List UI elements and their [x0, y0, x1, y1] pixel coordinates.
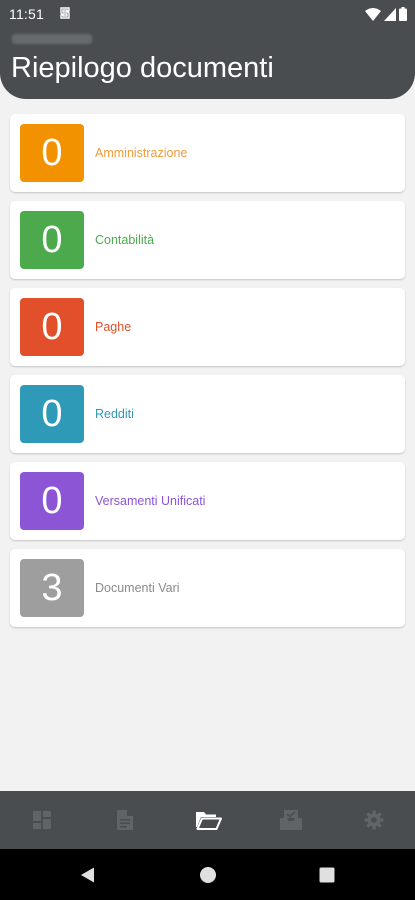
category-label: Documenti Vari: [95, 581, 180, 595]
category-list: 0 Amministrazione 0 Contabilità 0 Paghe …: [10, 114, 405, 636]
nav-settings[interactable]: [344, 791, 404, 849]
category-label: Versamenti Unificati: [95, 494, 206, 508]
category-card-versamenti-unificati[interactable]: 0 Versamenti Unificati: [10, 462, 405, 540]
dashboard-icon: [32, 811, 51, 829]
category-card-documenti-vari[interactable]: 3 Documenti Vari: [10, 549, 405, 627]
back-icon[interactable]: [79, 866, 97, 884]
document-icon: [116, 810, 133, 830]
page-title: Riepilogo documenti: [11, 52, 274, 84]
category-card-amministrazione[interactable]: 0 Amministrazione: [10, 114, 405, 192]
folder-open-icon: [195, 812, 222, 830]
account-name-blurred: [12, 34, 92, 44]
status-bar: 11:51: [0, 0, 415, 28]
gear-icon: [364, 810, 383, 830]
wifi-icon: [365, 7, 381, 21]
category-label: Amministrazione: [95, 146, 188, 160]
app-header: 11:51 Riepilogo documenti: [0, 0, 415, 99]
category-card-contabilita[interactable]: 0 Contabilità: [10, 201, 405, 279]
nav-folders[interactable]: [178, 791, 238, 849]
signal-icon: [384, 7, 396, 21]
inbox-icon: [279, 810, 302, 830]
battery-icon: [399, 7, 407, 21]
nav-inbox[interactable]: [261, 791, 321, 849]
nav-documents[interactable]: [95, 791, 155, 849]
category-card-paghe[interactable]: 0 Paghe: [10, 288, 405, 366]
nav-dashboard[interactable]: [12, 791, 72, 849]
count-badge: 0: [20, 298, 84, 356]
count-badge: 0: [20, 124, 84, 182]
count-badge: 0: [20, 472, 84, 530]
status-time: 11:51: [9, 6, 44, 22]
category-label: Contabilità: [95, 233, 155, 247]
count-badge: 0: [20, 385, 84, 443]
bottom-navigation: [0, 791, 415, 849]
count-badge: 3: [20, 559, 84, 617]
recents-icon[interactable]: [318, 866, 336, 884]
category-card-redditi[interactable]: 0 Redditi: [10, 375, 405, 453]
category-label: Redditi: [95, 407, 134, 421]
category-label: Paghe: [95, 320, 132, 334]
system-navigation-bar: [0, 849, 415, 900]
count-badge: 0: [20, 211, 84, 269]
notification-icon: [58, 5, 72, 21]
app-screen: 11:51 Riepilogo documenti 0 Amministrazi…: [0, 0, 415, 900]
home-icon[interactable]: [199, 866, 217, 884]
